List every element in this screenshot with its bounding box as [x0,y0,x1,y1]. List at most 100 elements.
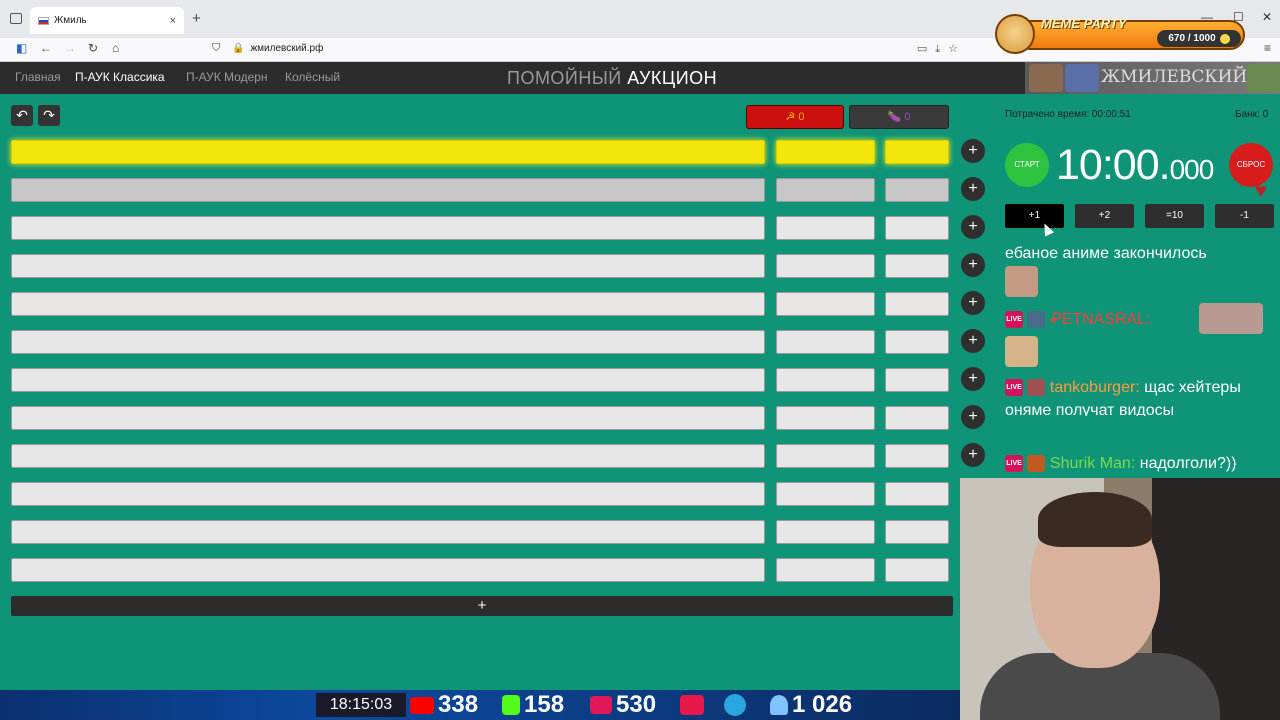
chat-overlay: ебаное аниме закончилось LIVE ꝒETNASRAL:… [995,178,1280,416]
lot-extra-input[interactable] [885,292,949,316]
url-field[interactable]: 🔒 жмилевский.рф [232,43,323,54]
rutube-icon-wrap [680,690,708,720]
nav-item-main[interactable]: Главная [15,70,61,84]
lot-name-input[interactable] [11,292,765,316]
lot-name-input[interactable] [11,178,765,202]
sidebar-icon[interactable]: ◧ [16,41,27,55]
lot-extra-input[interactable] [885,368,949,392]
streamer-hair [1038,492,1152,547]
chat-message-3: LIVE tankoburger: щас хейтеры оняме полу… [1005,376,1267,416]
new-tab-button[interactable]: + [192,10,201,27]
kick-viewers: 158 [502,690,564,720]
live-badge-icon: LIVE [1005,455,1023,473]
lot-amount-input[interactable] [776,292,875,316]
russian-flag-icon [38,16,49,25]
lot-extra-input[interactable] [885,254,949,278]
lot-name-input[interactable] [11,406,765,430]
lot-extra-input[interactable] [885,520,949,544]
add-to-lot-button[interactable]: + [961,291,985,315]
chat-emote-face [1005,266,1038,297]
bank-label: Банк: 0 [1235,109,1269,120]
telegram-icon [724,694,746,716]
nav-item-classic[interactable]: П-АУК Классика [75,70,165,84]
lot-extra-input[interactable] [885,140,949,164]
close-tab-icon[interactable]: × [170,15,176,27]
lot-extra-input[interactable] [885,406,949,430]
page-title: ПОМОЙНЫЙ АУКЦИОН [507,68,717,89]
lot-name-input[interactable] [11,520,765,544]
lot-extra-input[interactable] [885,558,949,582]
lot-name-input[interactable] [11,254,765,278]
add-to-lot-button[interactable]: + [961,405,985,429]
lot-name-input[interactable] [11,444,765,468]
lot-amount-input[interactable] [776,520,875,544]
lot-extra-input[interactable] [885,216,949,240]
rutube-icon [680,695,704,715]
lot-amount-input[interactable] [776,368,875,392]
home-icon[interactable]: ⌂ [112,41,119,55]
menu-icon[interactable]: ≡ [1264,41,1271,55]
add-to-lot-button[interactable]: + [961,367,985,391]
live-badge-icon: LIVE [1005,379,1023,397]
lot-amount-input[interactable] [776,140,875,164]
lot-name-input[interactable] [11,330,765,354]
reload-icon[interactable]: ↻ [88,41,98,55]
add-to-lot-button[interactable]: + [961,177,985,201]
lot-amount-input[interactable] [776,330,875,354]
lot-extra-input[interactable] [885,178,949,202]
lot-name-input[interactable] [11,482,765,506]
title-part-1: ПОМОЙНЫЙ [507,68,622,88]
lot-amount-input[interactable] [776,178,875,202]
nav-item-modern[interactable]: П-АУК Модерн [186,70,268,84]
add-lot-button[interactable]: + [11,596,953,616]
viewers-icon [770,695,788,715]
close-window-icon[interactable]: ✕ [1262,10,1272,24]
live-badge-icon: LIVE [1005,311,1023,329]
telegram-icon-wrap [724,690,750,720]
forward-icon[interactable]: → [64,41,76,55]
eggplant-counter[interactable]: 🍆 0 [849,105,949,129]
meme-party-progress-text: 670 / 1000 [1168,33,1216,44]
chat-user-3: tankoburger: [1049,379,1140,396]
shield-icon[interactable]: ⛉ [212,42,220,55]
logo-picture-3 [1247,64,1280,92]
lot-name-input[interactable] [11,140,765,164]
lot-amount-input[interactable] [776,558,875,582]
nav-item-wheel[interactable]: Колёсный [285,70,340,84]
redo-button[interactable]: ↷ [38,105,60,126]
lot-name-input[interactable] [11,368,765,392]
user-avatar-icon [1027,379,1046,397]
spent-time-label: Потрачено время: 00:00:51 [1005,109,1131,120]
add-to-lot-button[interactable]: + [961,215,985,239]
lot-amount-input[interactable] [776,406,875,430]
site-logo[interactable]: ЖМИЛЕВСКИЙ.РФ [1025,62,1280,94]
youtube-count: 338 [438,691,479,718]
meme-party-progress: 670 / 1000 [1157,30,1241,47]
lot-amount-input[interactable] [776,482,875,506]
tab-list-icon[interactable] [10,13,22,24]
chat-user-4: Shurik Man: [1049,455,1136,472]
page-actions-icons[interactable]: ▭⤓☆ [917,42,966,56]
chat-user-2: ꝒETNASRAL: [1049,311,1151,328]
lot-name-input[interactable] [11,558,765,582]
lot-amount-input[interactable] [776,444,875,468]
add-to-lot-button[interactable]: + [961,139,985,163]
coin-icon [1219,33,1230,44]
lot-name-input[interactable] [11,216,765,240]
add-to-lot-button[interactable]: + [961,329,985,353]
lot-extra-input[interactable] [885,482,949,506]
lot-amount-input[interactable] [776,216,875,240]
back-icon[interactable]: ← [40,41,52,55]
hammer-sickle-counter[interactable]: ☭ 0 [746,105,844,129]
logo-picture-2 [1065,64,1099,92]
add-to-lot-button[interactable]: + [961,443,985,467]
add-to-lot-button[interactable]: + [961,253,985,277]
lot-amount-input[interactable] [776,254,875,278]
browser-tab[interactable]: Жмиль × [30,7,184,34]
lot-extra-input[interactable] [885,444,949,468]
lot-extra-input[interactable] [885,330,949,354]
tab-title: Жмиль [54,15,87,26]
undo-button[interactable]: ↶ [11,105,33,126]
vklive-viewers: 530 [590,690,656,720]
meme-party-widget: MEME PARTY 670 / 1000 [995,14,1250,54]
